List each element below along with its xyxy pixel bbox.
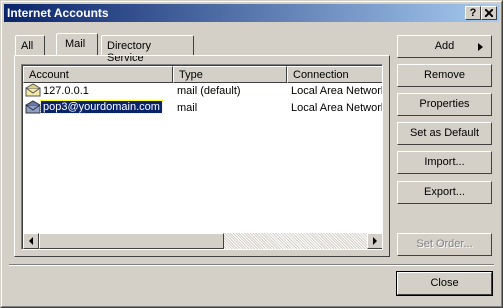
account-type: mail (default)	[177, 85, 241, 97]
column-header-type[interactable]: Type	[173, 66, 287, 83]
account-name: pop3@yourdomain.com	[40, 100, 163, 114]
column-header-account[interactable]: Account	[23, 66, 173, 83]
close-icon	[484, 8, 494, 18]
mail-account-icon	[25, 83, 41, 97]
set-order-button[interactable]: Set Order...	[397, 233, 492, 256]
accounts-list[interactable]: Account Type Connection 127.0.0.1 mail (…	[21, 64, 383, 250]
scroll-left-button[interactable]	[23, 233, 39, 249]
column-header-connection-label: Connection	[293, 69, 349, 81]
tab-mail[interactable]: Mail	[56, 33, 98, 55]
set-default-button[interactable]: Set as Default	[397, 122, 492, 145]
add-button[interactable]: Add	[397, 35, 492, 58]
arrow-left-icon	[29, 237, 33, 245]
account-connection: Local Area Network	[291, 102, 382, 114]
column-header-type-label: Type	[179, 69, 203, 81]
close-button-label: Close	[430, 277, 459, 289]
help-button[interactable]: ?	[465, 6, 481, 20]
submenu-arrow-icon	[478, 43, 483, 51]
remove-button-label: Remove	[424, 69, 465, 81]
table-row[interactable]: pop3@yourdomain.com mail Local Area Netw…	[23, 100, 382, 116]
close-button[interactable]: Close	[396, 271, 493, 296]
import-button-label: Import...	[424, 156, 465, 168]
mail-account-icon	[25, 100, 41, 114]
divider	[9, 264, 494, 266]
properties-button[interactable]: Properties	[397, 93, 492, 116]
tab-all-label: All	[21, 40, 34, 52]
horizontal-scrollbar[interactable]	[23, 233, 382, 249]
remove-button[interactable]: Remove	[397, 64, 492, 87]
window-title: Internet Accounts	[7, 6, 109, 20]
properties-button-label: Properties	[419, 98, 470, 110]
import-button[interactable]: Import...	[397, 151, 492, 174]
account-name: 127.0.0.1	[43, 85, 89, 97]
account-type: mail	[177, 102, 198, 114]
column-header-account-label: Account	[29, 69, 69, 81]
close-window-button[interactable]	[481, 6, 497, 20]
set-order-button-label: Set Order...	[416, 238, 473, 250]
account-connection: Local Area Network	[291, 85, 382, 97]
set-default-button-label: Set as Default	[409, 127, 480, 139]
tab-directory-service[interactable]: Directory Service	[101, 35, 194, 64]
scroll-right-button[interactable]	[367, 233, 382, 249]
column-header-connection[interactable]: Connection	[287, 66, 382, 83]
export-button-label: Export...	[424, 186, 465, 198]
tab-all[interactable]: All	[15, 35, 45, 55]
internet-accounts-dialog: Internet Accounts ? All Mail Directory S…	[0, 0, 503, 308]
arrow-right-icon	[373, 237, 377, 245]
add-button-label: Add	[434, 40, 455, 52]
export-button[interactable]: Export...	[397, 181, 492, 204]
table-row[interactable]: 127.0.0.1 mail (default) Local Area Netw…	[23, 83, 382, 99]
title-bar[interactable]: Internet Accounts ?	[4, 4, 499, 22]
tab-mail-label: Mail	[65, 38, 86, 50]
scroll-thumb[interactable]	[39, 233, 224, 249]
help-icon: ?	[469, 7, 477, 19]
